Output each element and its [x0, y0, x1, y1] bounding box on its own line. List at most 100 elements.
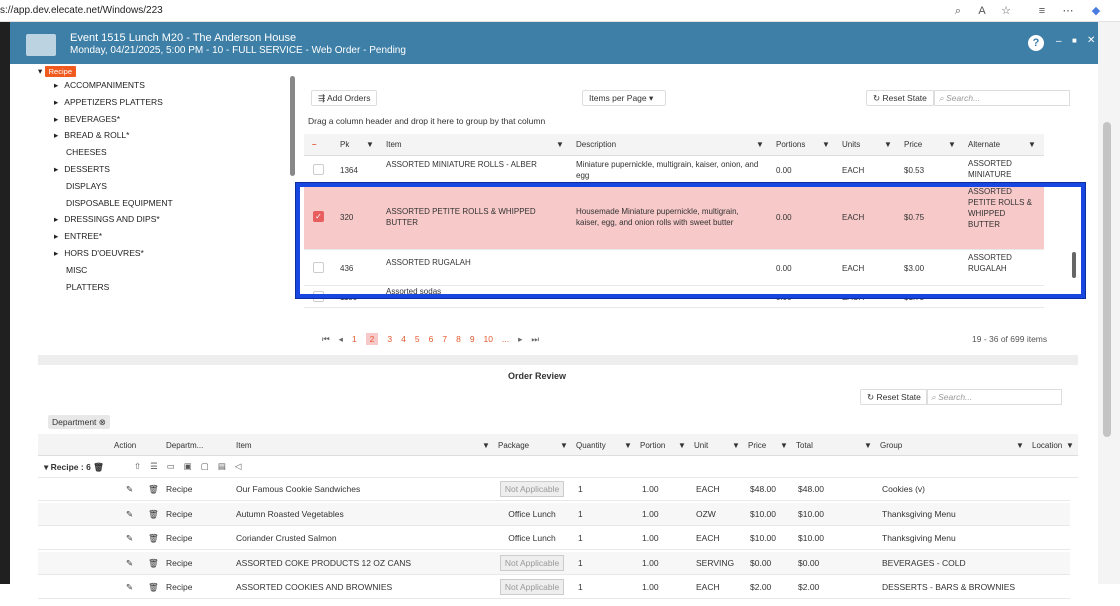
expand-arrow-icon[interactable]: ▸	[54, 80, 58, 90]
column-header[interactable]: Unit	[694, 440, 732, 451]
read-aloud-icon[interactable]: A	[974, 3, 990, 19]
order-row[interactable]: ✎ 🗑 Recipe Autumn Roasted Vegetables Office …	[38, 502, 1070, 526]
filter-icon[interactable]: ▼	[864, 440, 872, 451]
filter-icon[interactable]: ▼	[884, 139, 892, 150]
filter-icon[interactable]: ▼	[948, 139, 956, 150]
search-input[interactable]: ⌕ Search...	[934, 90, 1070, 106]
tree-scrollbar[interactable]	[290, 76, 295, 176]
pager-page[interactable]: 6	[429, 334, 434, 344]
filter-icon[interactable]: ▼	[624, 440, 632, 451]
pager-page[interactable]: 4	[401, 334, 406, 344]
cell-package[interactable]: Office Lunch	[498, 503, 566, 526]
column-header[interactable]: Departm...	[166, 440, 220, 451]
pager-page[interactable]: 1	[352, 334, 357, 344]
column-header[interactable]: Group	[880, 440, 1016, 451]
tree-item[interactable]: ▸ DRESSINGS AND DIPS*	[54, 212, 304, 226]
page-scrollbar[interactable]	[1098, 22, 1120, 584]
expand-arrow-icon[interactable]: ▸	[54, 231, 58, 241]
trash-icon[interactable]: 🗑	[148, 552, 159, 575]
pager-prev[interactable]: ◂	[339, 334, 343, 344]
order-row[interactable]: ✎ 🗑 Recipe Our Famous Cookie Sandwiches Not …	[38, 478, 1070, 501]
column-header[interactable]: Quantity	[576, 440, 624, 451]
column-header[interactable]: Portion	[640, 440, 678, 451]
pager-page[interactable]: 5	[415, 334, 420, 344]
edit-icon[interactable]: ✎	[126, 503, 133, 526]
reset-state-button[interactable]: ↻ Reset State	[866, 90, 934, 106]
group-row-label[interactable]: ▾ Recipe : 6 🗑	[44, 462, 104, 473]
favorite-star-icon[interactable]: ☆	[998, 3, 1014, 19]
filter-icon[interactable]: ▼	[366, 139, 374, 150]
pager-page[interactable]: 9	[470, 334, 475, 344]
filter-icon[interactable]: ▼	[1066, 440, 1074, 451]
order-row[interactable]: ✎ 🗑 Recipe Coriander Crusted Salmon Office L…	[38, 527, 1070, 550]
remove-chip-icon[interactable]: ⊗	[99, 417, 106, 427]
column-header[interactable]: Item	[236, 440, 482, 451]
expand-arrow-icon[interactable]: ▸	[54, 248, 58, 258]
edit-icon[interactable]: ✎	[126, 552, 133, 575]
filter-icon[interactable]: ▼	[1028, 139, 1036, 150]
column-header[interactable]: Price	[748, 440, 780, 451]
edit-icon[interactable]: ✎	[126, 527, 133, 550]
order-row[interactable]: ✎ 🗑 Recipe ASSORTED COOKIES AND BROWNIES Not…	[38, 576, 1070, 599]
filter-icon[interactable]: ▼	[560, 440, 568, 451]
expand-arrow-icon[interactable]: ▸	[54, 214, 58, 224]
close-button[interactable]: ✕	[1087, 35, 1095, 46]
column-header[interactable]: Description	[576, 139, 766, 150]
minimize-button[interactable]: –	[1056, 36, 1062, 47]
maximize-button[interactable]: ■	[1072, 36, 1077, 45]
pager-last[interactable]: ⏭	[531, 334, 539, 344]
address-bar[interactable]: s://app.dev.elecate.net/Windows/223	[0, 5, 163, 16]
tree-item[interactable]: ▸ APPETIZERS PLATTERS	[54, 95, 304, 109]
filter-icon[interactable]: ▼	[780, 440, 788, 451]
pager-first[interactable]: ⏮	[322, 334, 330, 344]
order-row[interactable]: ✎ 🗑 Recipe ASSORTED COKE PRODUCTS 12 OZ CAN…	[38, 551, 1070, 575]
copilot-icon[interactable]: ◆	[1088, 3, 1104, 19]
expand-arrow-icon[interactable]: ▸	[54, 130, 58, 140]
tree-item[interactable]: ▸ ENTREE*	[54, 229, 304, 243]
tree-item[interactable]: ▸ ACCOMPANIMENTS	[54, 78, 304, 92]
tree-item[interactable]: ▸ BEVERAGES*	[54, 112, 304, 126]
column-header[interactable]: Total	[796, 440, 864, 451]
help-button[interactable]: ?	[1028, 35, 1044, 51]
filter-icon[interactable]: ▼	[756, 139, 764, 150]
tree-item[interactable]: ▸ BREAD & ROLL*	[54, 128, 304, 142]
row-checkbox[interactable]	[313, 164, 324, 175]
pager-next[interactable]: ▸	[518, 334, 522, 344]
order-reset-state-button[interactable]: ↻ Reset State	[860, 389, 928, 405]
trash-icon[interactable]: 🗑	[93, 462, 104, 472]
column-header[interactable]: Package	[498, 440, 560, 451]
tree-item[interactable]: DISPOSABLE EQUIPMENT	[66, 196, 316, 210]
filter-icon[interactable]: ▼	[678, 440, 686, 451]
pager-page[interactable]: 3	[387, 334, 392, 344]
items-per-page-select[interactable]: Items per Page ▾	[582, 90, 666, 106]
cell-package[interactable]: Office Lunch	[498, 527, 566, 550]
pager-page[interactable]: ...	[502, 334, 509, 344]
tree-item[interactable]: MISC	[66, 263, 316, 277]
tree-item[interactable]: PLATTERS	[66, 280, 316, 294]
pager-page[interactable]: 8	[456, 334, 461, 344]
zoom-icon[interactable]: ⌕	[950, 3, 966, 19]
favorites-icon[interactable]: ≡	[1034, 3, 1050, 19]
tree-item[interactable]: ▸ DESSERTS	[54, 162, 304, 176]
column-header[interactable]: Item	[386, 139, 566, 150]
edit-icon[interactable]: ✎	[126, 478, 133, 501]
more-menu-icon[interactable]: ⋯	[1060, 3, 1076, 19]
add-orders-button[interactable]: ⇶ Add Orders	[311, 90, 378, 106]
column-header[interactable]: Location	[1032, 440, 1066, 451]
splitter[interactable]	[38, 355, 1078, 365]
order-search-input[interactable]: ⌕ Search...	[926, 389, 1062, 405]
pager-page[interactable]: 7	[442, 334, 447, 344]
pager-page[interactable]: 2	[365, 333, 379, 345]
tree-item[interactable]: CHEESES	[66, 145, 316, 159]
filter-icon[interactable]: ▼	[822, 139, 830, 150]
filter-icon[interactable]: ▼	[482, 440, 490, 451]
expand-arrow-icon[interactable]: ▸	[54, 97, 58, 107]
filter-icon[interactable]: ▼	[556, 139, 564, 150]
trash-icon[interactable]: 🗑	[148, 503, 159, 526]
trash-icon[interactable]: 🗑	[148, 527, 159, 550]
filter-icon[interactable]: ▼	[732, 440, 740, 451]
group-chip-department[interactable]: Department ⊗	[48, 415, 110, 429]
trash-icon[interactable]: 🗑	[148, 478, 159, 501]
pager-page[interactable]: 10	[484, 334, 493, 344]
trash-icon[interactable]: 🗑	[148, 576, 159, 599]
